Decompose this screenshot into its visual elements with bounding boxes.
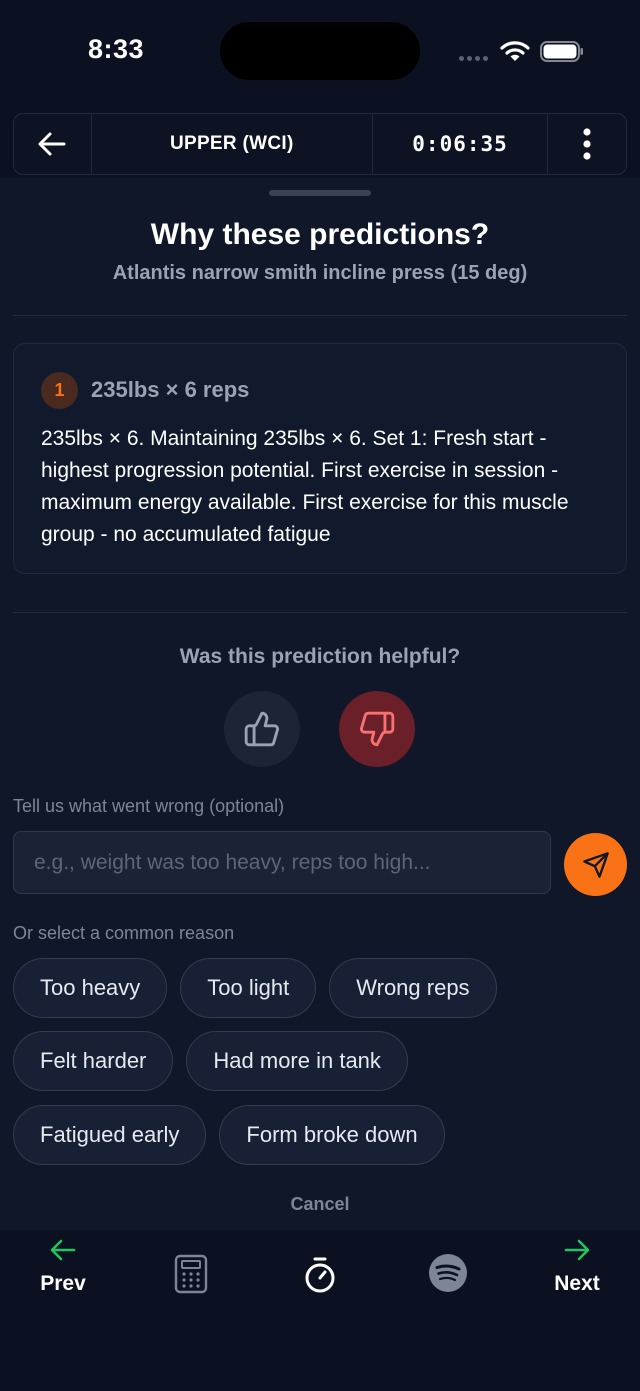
feedback-label: Tell us what went wrong (optional) [13,796,285,816]
prediction-heading: 235lbs × 6 reps [91,377,250,402]
spotify-icon [429,1254,467,1292]
rest-timer-button[interactable] [302,1256,338,1294]
reason-chip-too-heavy[interactable]: Too heavy [13,958,168,1018]
status-time: 8:33 [88,34,145,64]
prediction-explanation-sheet: Why these predictions? Atlantis narrow s… [0,178,640,1391]
session-title: UPPER (WCI) [169,133,294,154]
next-label: Next [554,1272,600,1295]
prev-label: Prev [40,1272,86,1295]
back-button[interactable] [14,114,92,174]
thumbs-down-icon [360,711,395,747]
prev-button[interactable]: Prev [36,1238,90,1296]
reason-chip-form-broke-down[interactable]: Form broke down [219,1105,445,1165]
drag-handle[interactable] [269,190,371,196]
session-timer-cell: 0:06:35 [373,114,549,174]
thumbs-up-icon [244,711,279,747]
more-vertical-icon [583,128,591,160]
app-screen: 8:33 UPPER (WCI) 0:06:35 Why these predi… [0,0,640,1391]
session-title-cell: UPPER (WCI) [92,114,373,174]
stopwatch-icon [305,1257,335,1293]
send-icon [582,851,609,878]
battery-icon [540,41,583,62]
reason-chip-wrong-reps[interactable]: Wrong reps [329,958,497,1018]
reason-chip-fatigued-early[interactable]: Fatigued early [13,1105,207,1165]
prediction-card: 1 235lbs × 6 reps 235lbs × 6. Maintainin… [13,343,627,574]
sheet-title: Why these predictions? [150,218,490,251]
wifi-icon [500,41,530,61]
reason-chip-too-light[interactable]: Too light [180,958,317,1018]
next-button[interactable]: Next [550,1238,604,1296]
dynamic-island [220,22,420,80]
arrow-right-icon [564,1239,590,1261]
feedback-input[interactable] [13,831,551,894]
more-options-button[interactable] [548,114,626,174]
reason-chip-row: Too heavy Too light Wrong reps [13,958,497,1018]
reason-chip-row: Felt harder Had more in tank [13,1031,408,1091]
prediction-explanation: 235lbs × 6. Maintaining 235lbs × 6. Set … [41,427,569,546]
exercise-name: Atlantis narrow smith incline press (15 … [112,262,528,284]
thumbs-down-button[interactable] [339,691,415,767]
reason-label: Or select a common reason [13,923,235,943]
thumbs-up-button[interactable] [224,691,300,767]
back-arrow-icon [38,132,66,156]
reason-chip-had-more-in-tank[interactable]: Had more in tank [186,1031,408,1091]
arrow-left-icon [50,1239,76,1261]
workout-header: UPPER (WCI) 0:06:35 [13,113,627,175]
cellular-signal-icon [459,56,488,61]
bottom-nav: Prev Next [0,1230,640,1391]
divider [13,315,627,316]
status-bar: 8:33 [0,0,640,100]
session-timer: 0:06:35 [412,132,508,156]
helpful-question: Was this prediction helpful? [179,645,461,668]
reason-chip-row: Fatigued early Form broke down [13,1105,445,1165]
reason-chip-felt-harder[interactable]: Felt harder [13,1031,174,1091]
calculator-button[interactable] [174,1254,208,1294]
spotify-button[interactable] [428,1253,468,1293]
cancel-button[interactable]: Cancel [0,1194,640,1215]
divider [13,612,627,613]
set-number-badge: 1 [41,372,78,409]
calculator-icon [174,1254,208,1294]
send-feedback-button[interactable] [564,833,627,896]
